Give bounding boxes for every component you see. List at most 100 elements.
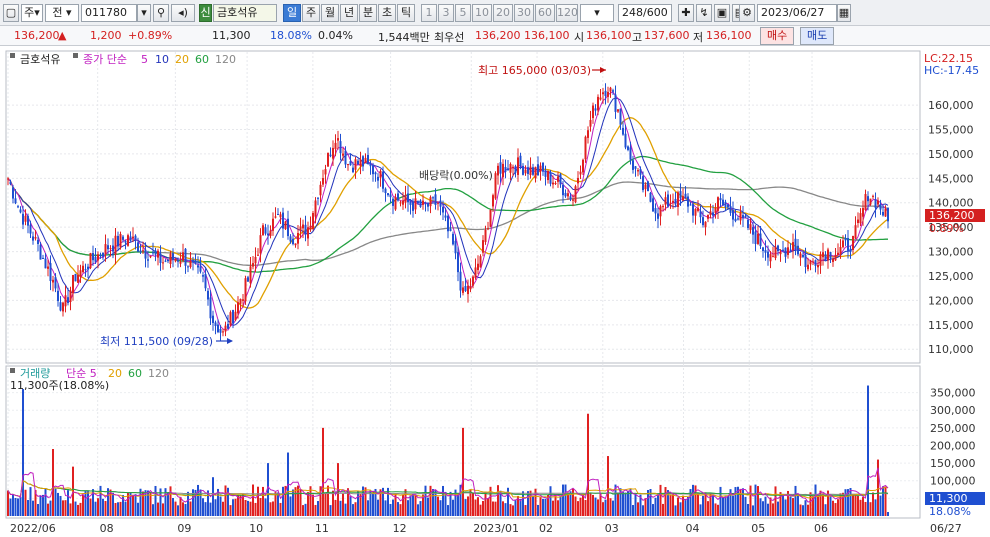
candle-body [654,208,657,214]
sound-icon[interactable]: ◂) [171,4,195,22]
interval-select[interactable]: ▾ [580,4,614,22]
data-count[interactable]: 248/600 [618,4,672,22]
volume-bar [629,488,632,516]
volume-bar [137,502,139,516]
candle-body [414,198,417,210]
candle-body [32,236,34,241]
candle-body [137,242,139,252]
interval-5[interactable]: 5 [455,4,471,22]
trade-amount: 1,544백만 [378,31,430,44]
candle-body [299,226,302,231]
candle-body [379,170,382,178]
stock-code-input[interactable]: 011780 [81,4,137,22]
candle-body [197,265,199,268]
candle-body [212,315,214,323]
save-icon[interactable]: ▣ [714,4,730,22]
candle-body [369,163,372,167]
candle-body [854,225,857,239]
search-icon[interactable]: ⚲ [153,4,169,22]
candle-body [664,197,667,205]
settings-gear-icon[interactable]: ⚙ [739,4,755,22]
interval-120[interactable]: 120 [556,4,578,22]
volume-bar [882,486,884,516]
volume-bar [424,485,427,516]
candle-body [787,247,789,255]
interval-1[interactable]: 1 [421,4,437,22]
volume-tick-label: 350,000 [930,387,976,400]
volume-bar [872,492,874,516]
period-day[interactable]: 일 [283,4,301,22]
volume-bar [452,499,454,516]
candle-body [202,275,204,277]
price-tick-label: 150,000 [928,148,974,161]
volume-bar [62,500,64,516]
open-price: 136,100 [586,29,632,42]
high-label: 고 [632,31,643,44]
interval-3[interactable]: 3 [438,4,454,22]
candle-body [254,256,257,264]
candle-body [502,163,504,178]
price-tick-label: 110,000 [928,343,974,356]
period-month[interactable]: 월 [321,4,339,22]
candle-body [47,266,49,269]
draw-icon[interactable]: ↯ [696,4,712,22]
volume-bar [447,505,449,516]
volume-bar [552,500,554,516]
candle-body [174,259,177,262]
candle-body [744,215,747,218]
volume-bar [414,494,417,516]
candle-body [662,206,664,208]
volume-bar [89,498,92,516]
period-minute[interactable]: 분 [359,4,377,22]
candle-body [702,217,704,226]
candle-body [884,208,887,217]
period-week[interactable]: 주 [302,4,320,22]
interval-10[interactable]: 10 [472,4,492,22]
chart-canvas[interactable]: 160,000155,000150,000145,000140,000135,0… [0,46,990,537]
volume-bar [222,501,224,516]
candle-body [709,211,712,215]
market-select[interactable]: 주▾ [21,4,43,22]
legend-square-icon [10,53,15,58]
price-tick-label: 115,000 [928,319,974,332]
candle-body [182,252,184,261]
chart-toolbar: ▢ 주▾ 전 ▾ 011780 ▾ ⚲ ◂) 신 금호석유 일 주 월 년 분 … [0,0,990,26]
range-select[interactable]: 전 ▾ [45,4,79,22]
calendar-icon[interactable]: ▦ [837,4,851,22]
code-dropdown-icon[interactable]: ▾ [137,4,151,22]
date-input[interactable]: 2023/06/27 [757,4,837,22]
candle-body [814,260,817,266]
candle-body [682,196,684,201]
candle-body [162,262,164,264]
indicator-icon[interactable]: ✚ [678,4,694,22]
volume-bar [232,499,234,516]
candle-body [717,197,719,211]
stock-chart[interactable]: 160,000 155,000 150,000 145,000 140,000 135,0… [0,46,990,537]
volume-bar [302,505,304,516]
candle-body [639,169,642,175]
sell-button[interactable]: 매도 [800,27,835,45]
chart-type-icon[interactable]: ▢ [3,4,19,22]
period-second[interactable]: 초 [378,4,396,22]
credit-badge: 신 [199,4,212,22]
volume-bar [9,498,12,516]
buy-button[interactable]: 매수 [760,27,795,45]
period-year[interactable]: 년 [340,4,358,22]
interval-30[interactable]: 30 [514,4,534,22]
candle-body [494,173,497,199]
candle-body [64,295,67,307]
volume-bar [157,502,159,516]
interval-20[interactable]: 20 [493,4,513,22]
volume-bar [209,502,212,516]
volume-bar [74,501,77,516]
volume-bar [777,501,779,516]
candle-body [92,252,94,261]
period-tick[interactable]: 틱 [397,4,415,22]
volume-bar [724,496,727,516]
candle-body [459,271,462,291]
range-label: 전 [52,6,63,19]
volume-bar [799,504,802,516]
interval-60[interactable]: 60 [535,4,555,22]
candle-body [164,260,167,262]
candle-body [837,252,839,255]
